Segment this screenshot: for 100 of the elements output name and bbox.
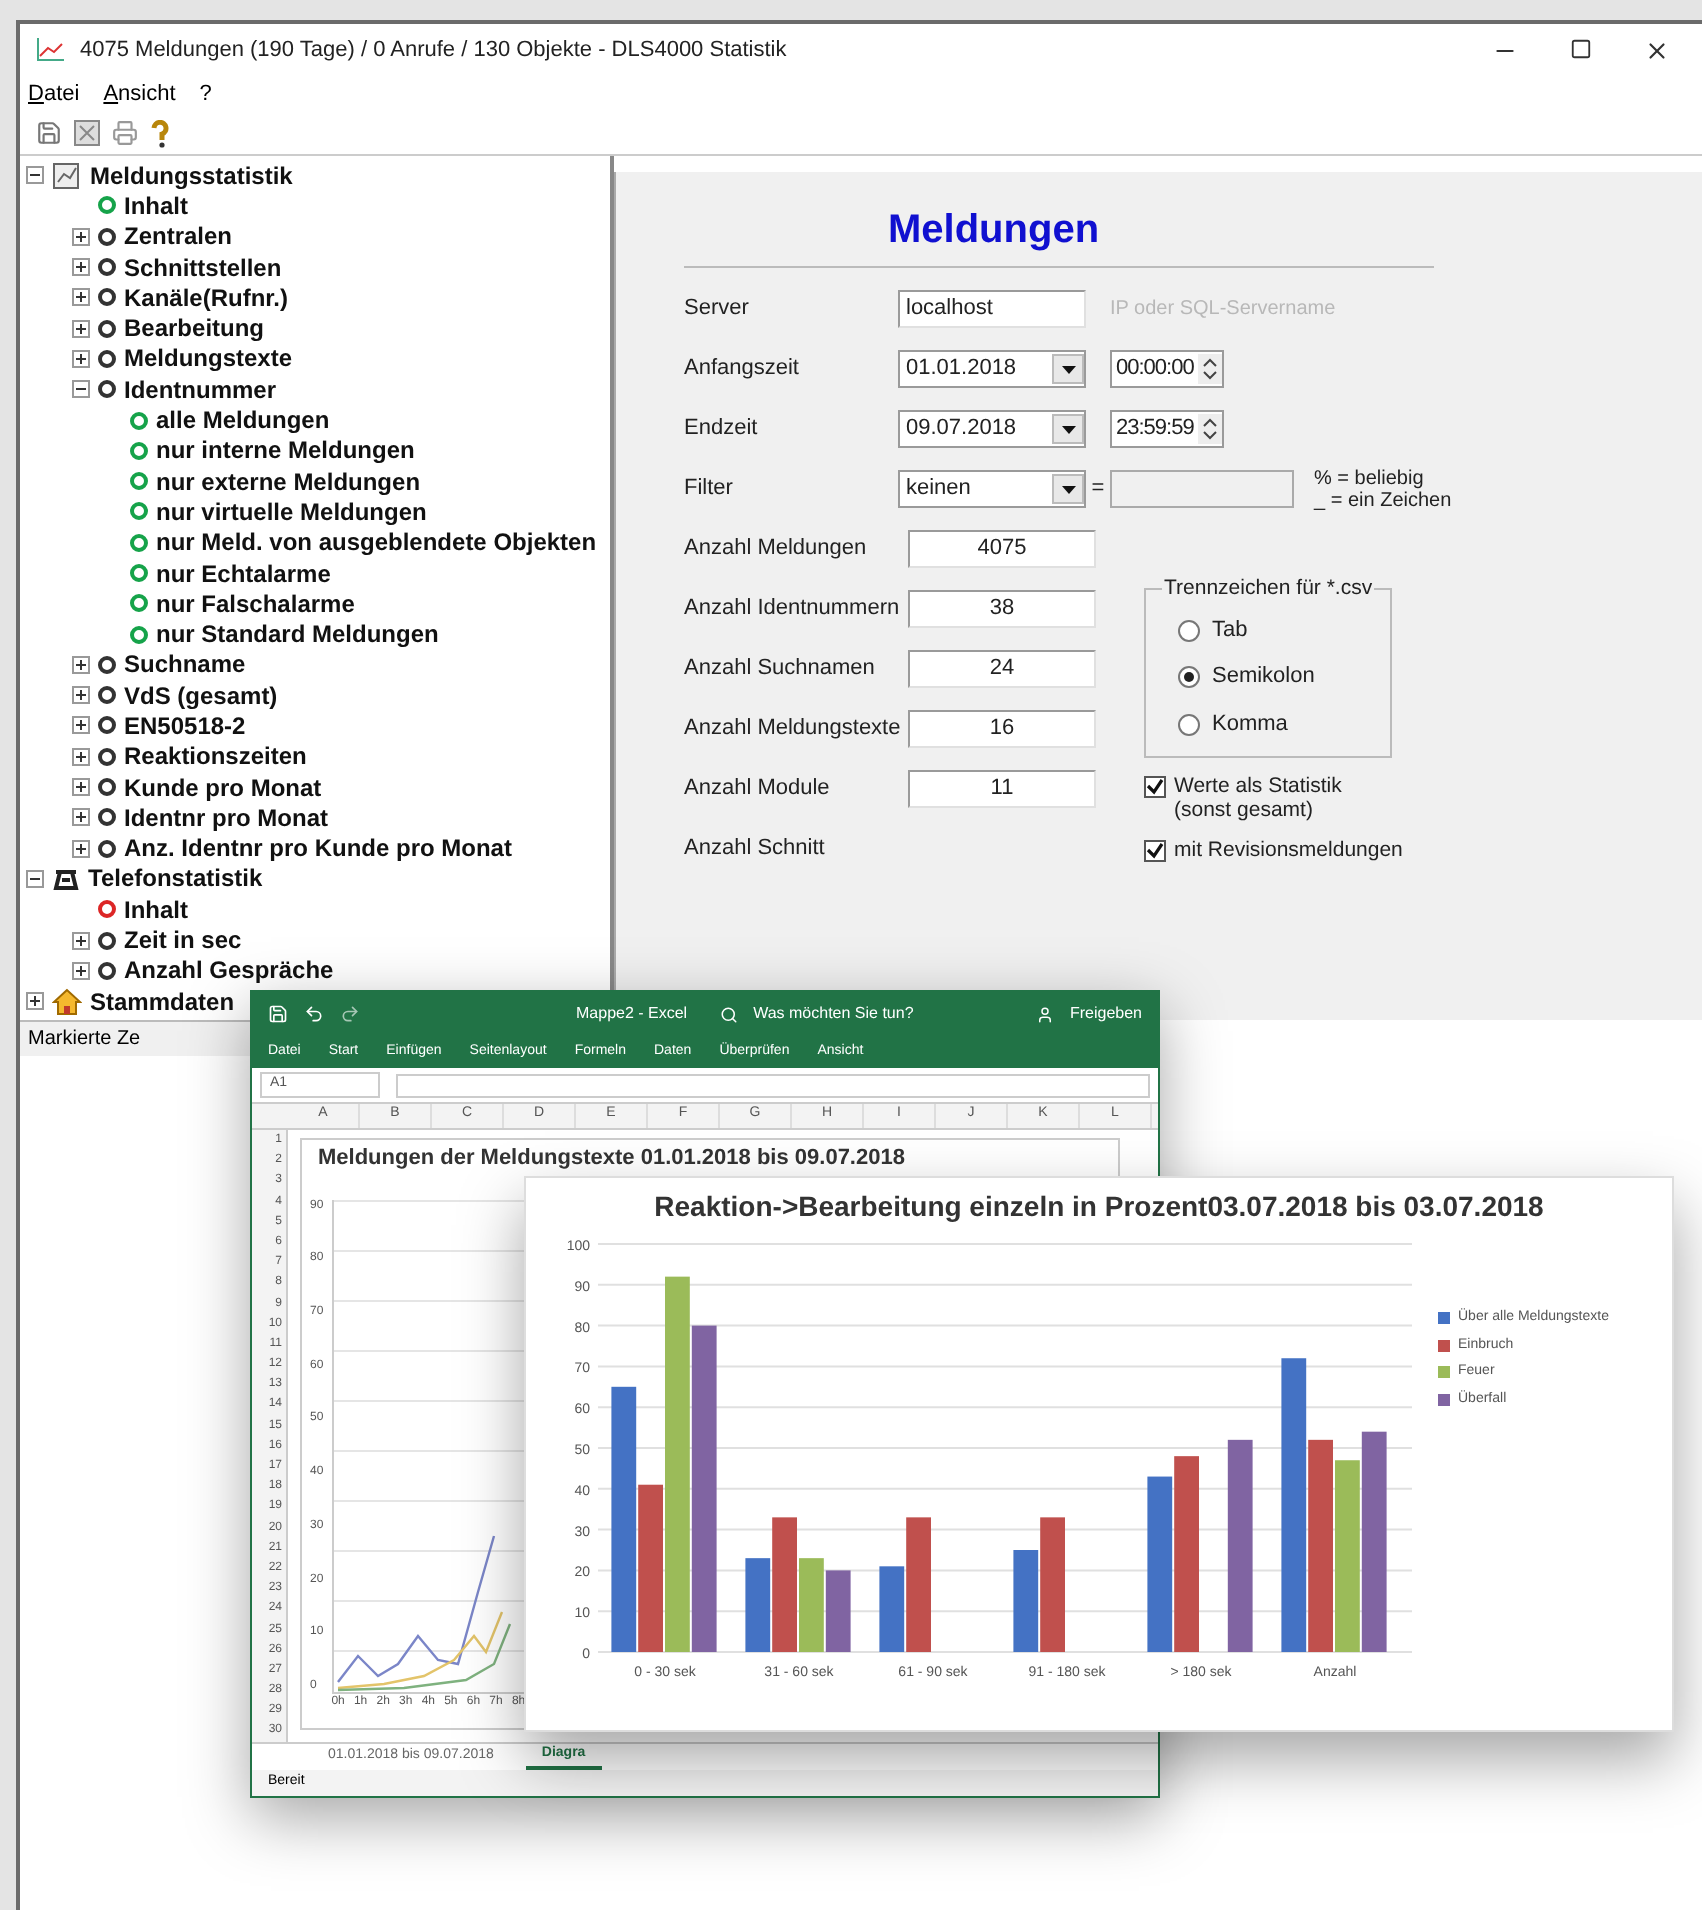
formula-field[interactable]: [396, 1073, 1150, 1097]
tree-item[interactable]: Telefonstatistik: [88, 866, 263, 891]
expand-toggle[interactable]: [26, 992, 44, 1011]
search-icon[interactable]: [719, 1005, 738, 1023]
count-field[interactable]: 4075: [908, 530, 1096, 568]
tree-item[interactable]: Inhalt: [124, 193, 188, 218]
tree-item[interactable]: nur Meld. von ausgeblendete Objekten: [156, 530, 597, 555]
tree-item[interactable]: Meldungstexte: [124, 346, 293, 371]
tree-item[interactable]: Zentralen: [124, 224, 233, 249]
legend-swatch: [1438, 1366, 1450, 1379]
count-field[interactable]: 11: [908, 770, 1096, 808]
tree-item[interactable]: Identnummer: [124, 377, 277, 402]
field-label: Anzahl Meldungstexte: [684, 714, 903, 745]
field-label: Anzahl Identnummern: [684, 594, 902, 625]
undo-icon[interactable]: [304, 1004, 324, 1024]
field-label: Anzahl Schnitt: [684, 834, 827, 865]
tree-item[interactable]: Stammdaten: [90, 989, 235, 1014]
expand-toggle[interactable]: [72, 288, 90, 307]
collapse-toggle[interactable]: [72, 380, 90, 399]
tree-item[interactable]: Schnittstellen: [124, 255, 282, 280]
tree-item[interactable]: alle Meldungen: [156, 408, 330, 433]
time-spinner[interactable]: 23:59:59: [1110, 410, 1224, 448]
expand-toggle[interactable]: [72, 319, 90, 338]
share-button[interactable]: Freigeben: [1069, 1002, 1142, 1026]
field-label: Anzahl Suchnamen: [684, 654, 877, 685]
spreadsheet-icon[interactable]: [74, 120, 100, 146]
checkbox-label: Werte als Statistik (sonst gesamt): [1174, 774, 1342, 823]
expand-toggle[interactable]: [72, 808, 90, 827]
chart-title: Reaktion->Bearbeitung einzeln in Prozent03.07.2018 bis 03.07.2018: [652, 1188, 1546, 1226]
legend-swatch: [1438, 1393, 1450, 1406]
tree-item[interactable]: Suchname: [124, 652, 246, 677]
dropdown-arrow-icon: [1061, 365, 1075, 373]
count-field[interactable]: 24: [908, 650, 1096, 688]
help-icon[interactable]: [150, 119, 170, 147]
spinner-arrows-icon: [1198, 414, 1222, 444]
filter-field[interactable]: [1110, 470, 1294, 508]
expand-toggle[interactable]: [72, 961, 90, 980]
tree-item[interactable]: nur Standard Meldungen: [156, 622, 439, 647]
field-label: Anzahl Meldungen: [684, 534, 869, 565]
tree-item[interactable]: Reaktionszeiten: [124, 744, 307, 769]
person-icon[interactable]: [1035, 1005, 1054, 1023]
bar: [1040, 1517, 1065, 1652]
expand-toggle[interactable]: [72, 747, 90, 766]
date-dropdown[interactable]: keinen: [898, 470, 1086, 508]
tree-item[interactable]: Anz. Identnr pro Kunde pro Monat: [124, 836, 512, 861]
close-icon[interactable]: [1644, 37, 1670, 63]
count-field[interactable]: 38: [908, 590, 1096, 628]
maximize-icon[interactable]: [1570, 37, 1592, 59]
tree-item[interactable]: nur externe Meldungen: [156, 469, 421, 494]
expand-toggle[interactable]: [72, 839, 90, 858]
date-dropdown[interactable]: 09.07.2018: [898, 410, 1086, 448]
radio-button[interactable]: [1178, 713, 1200, 735]
tree-item[interactable]: Anzahl Gespräche: [124, 958, 334, 983]
tree-item[interactable]: Inhalt: [124, 897, 188, 922]
save-icon[interactable]: [36, 120, 62, 146]
radio-button[interactable]: [1178, 666, 1200, 688]
redo-icon[interactable]: [340, 1004, 360, 1024]
collapse-toggle[interactable]: [26, 166, 44, 185]
tree-item[interactable]: Zeit in sec: [124, 928, 242, 953]
expand-toggle[interactable]: [72, 655, 90, 674]
hint-text: IP oder SQL-Servername: [1110, 296, 1336, 324]
tree-item[interactable]: Meldungsstatistik: [90, 163, 293, 188]
server-field[interactable]: localhost: [898, 290, 1086, 328]
tree-item[interactable]: nur Echtalarme: [156, 561, 331, 585]
tree-item[interactable]: Kanäle(Rufnr.): [124, 285, 289, 310]
group-title: Trennzeichen für *.csv: [1162, 574, 1375, 604]
dropdown-arrow-icon: [1061, 425, 1075, 433]
expand-toggle[interactable]: [72, 349, 90, 368]
tree-item[interactable]: Identnr pro Monat: [124, 805, 328, 830]
menu-item[interactable]: Datei: [28, 77, 80, 111]
tree-item[interactable]: nur virtuelle Meldungen: [156, 499, 427, 524]
bar: [1013, 1550, 1039, 1652]
expand-toggle[interactable]: [72, 778, 90, 797]
expand-toggle[interactable]: [72, 931, 90, 950]
tree-item[interactable]: Bearbeitung: [124, 316, 265, 341]
menu-item[interactable]: Ansicht: [103, 77, 176, 111]
expand-toggle[interactable]: [72, 716, 90, 735]
menu-item[interactable]: ?: [199, 77, 212, 111]
checkbox-label: mit Revisionsmeldungen: [1174, 838, 1403, 863]
expand-toggle[interactable]: [72, 686, 90, 705]
tree-item[interactable]: nur interne Meldungen: [156, 438, 415, 463]
date-dropdown[interactable]: 01.01.2018: [898, 350, 1086, 388]
expand-toggle[interactable]: [72, 258, 90, 277]
equals-sign: =: [1089, 474, 1107, 505]
tree-item[interactable]: Kunde pro Monat: [124, 775, 322, 800]
bar: [825, 1570, 851, 1652]
checkbox[interactable]: [1144, 776, 1166, 799]
legend-swatch: [1438, 1339, 1450, 1352]
spinner-arrows-icon: [1198, 354, 1222, 384]
time-spinner[interactable]: 00:00:00: [1110, 350, 1224, 388]
count-field[interactable]: 16: [908, 710, 1096, 748]
expand-toggle[interactable]: [72, 227, 90, 246]
radio-button[interactable]: [1178, 619, 1200, 641]
tree-item[interactable]: VdS (gesamt): [124, 683, 278, 708]
checkbox[interactable]: [1144, 840, 1166, 863]
collapse-toggle[interactable]: [26, 869, 44, 888]
search-hint[interactable]: Was möchten Sie tun?: [753, 1002, 914, 1026]
print-icon[interactable]: [112, 120, 138, 146]
tree-item[interactable]: nur Falschalarme: [156, 591, 355, 616]
tree-item[interactable]: EN50518-2: [124, 713, 246, 738]
